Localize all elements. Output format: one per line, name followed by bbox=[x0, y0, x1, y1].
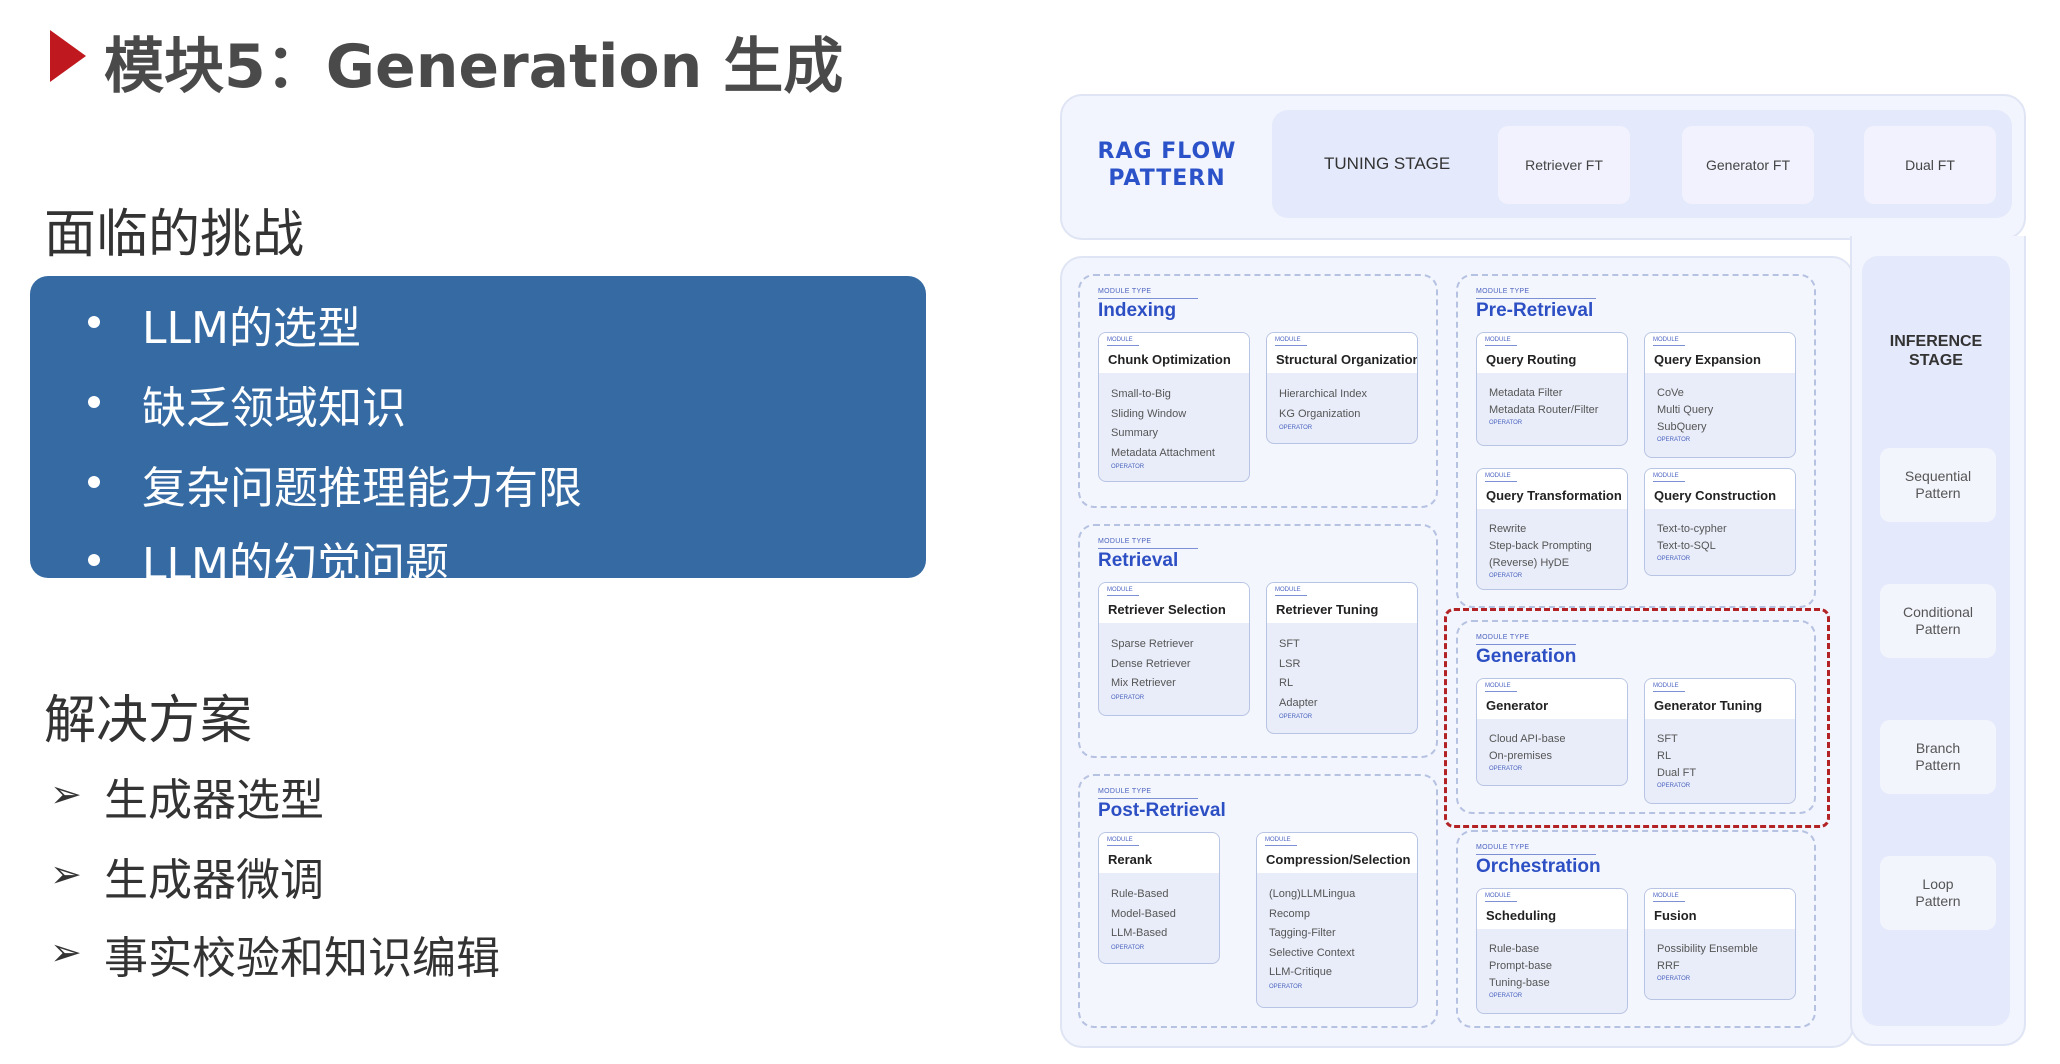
module-card: MODULE Fusion Possibility Ensemble RRF OP… bbox=[1644, 888, 1796, 1000]
module-items: SFT LSR RL Adapter bbox=[1279, 638, 1318, 709]
challenge-item: LLM的选型 bbox=[142, 303, 361, 354]
conditional-pattern: Conditional Pattern bbox=[1880, 584, 1996, 658]
arrow-bullet-icon: ➢ bbox=[50, 852, 82, 896]
module-type-name: Post-Retrieval bbox=[1098, 800, 1226, 821]
module-card: MODULE Query Transformation Rewrite Step… bbox=[1476, 468, 1628, 590]
module-type-retrieval: MODULE TYPE Retrieval MODULE Retriever S… bbox=[1078, 524, 1438, 758]
module-items: Possibility Ensemble RRF bbox=[1657, 943, 1758, 972]
module-name: Rerank bbox=[1108, 852, 1153, 867]
sequential-pattern: Sequential Pattern bbox=[1880, 448, 1996, 522]
module-items: Sparse Retriever Dense Retriever Mix Ret… bbox=[1111, 638, 1194, 689]
module-type-name: Indexing bbox=[1098, 300, 1177, 321]
module-name: Query Construction bbox=[1654, 488, 1777, 503]
module-card: MODULE Retriever Tuning SFT LSR RL Adapt… bbox=[1266, 582, 1418, 734]
module-items: SFT RL Dual FT bbox=[1657, 733, 1697, 779]
module-card: MODULE Retriever Selection Sparse Retrie… bbox=[1098, 582, 1250, 716]
module-card: MODULE Structural Organization Hierarchi… bbox=[1266, 332, 1418, 444]
module-items: Text-to-cypher Text-to-SQL bbox=[1657, 523, 1727, 552]
solutions-heading: 解决方案 bbox=[44, 691, 253, 751]
slide-title: 模块5：Generation 生成 bbox=[104, 32, 844, 102]
challenges-box: LLM的选型 缺乏领域知识 复杂问题推理能力有限 LLM的幻觉问题 bbox=[30, 276, 926, 590]
module-type-name: Pre-Retrieval bbox=[1476, 300, 1594, 321]
module-items: CoVe Multi Query SubQuery bbox=[1657, 387, 1714, 433]
arrow-bullet-icon: ➢ bbox=[50, 772, 82, 816]
challenge-item: 复杂问题推理能力有限 bbox=[142, 463, 582, 514]
module-name: Scheduling bbox=[1486, 908, 1557, 923]
loop-pattern: Loop Pattern bbox=[1880, 856, 1996, 930]
module-name: Query Expansion bbox=[1654, 352, 1761, 367]
module-name: Fusion bbox=[1654, 908, 1697, 923]
module-type-name: Orchestration bbox=[1476, 856, 1601, 877]
bullet-icon bbox=[88, 476, 100, 488]
module-type-indexing: MODULE TYPE Indexing MODULE Chunk Optimi… bbox=[1078, 274, 1438, 508]
module-name: Chunk Optimization bbox=[1108, 352, 1231, 367]
module-card: MODULE Chunk Optimization Small-to-Big S… bbox=[1098, 332, 1250, 482]
module-type-post-retrieval: MODULE TYPE Post-Retrieval MODULE Rerank… bbox=[1078, 774, 1438, 1028]
module-name: Query Routing bbox=[1486, 352, 1577, 367]
title-marker-icon bbox=[50, 30, 86, 82]
branch-pattern: Branch Pattern bbox=[1880, 720, 1996, 794]
module-items: Rewrite Step-back Prompting (Reverse) Hy… bbox=[1489, 523, 1592, 569]
module-name: Structural Organization bbox=[1276, 352, 1418, 367]
module-name: Generator bbox=[1486, 698, 1549, 713]
module-card: MODULE Query Expansion CoVe Multi Query … bbox=[1644, 332, 1796, 458]
module-type-orchestration: MODULE TYPE Orchestration MODULE Schedul… bbox=[1456, 830, 1816, 1028]
module-card: MODULE Scheduling Rule-base Prompt-base … bbox=[1476, 888, 1628, 1014]
module-type-generation: MODULE TYPE Generation MODULE Generator … bbox=[1456, 620, 1816, 814]
challenge-item: 缺乏领域知识 bbox=[142, 383, 406, 434]
bullet-icon bbox=[88, 554, 100, 566]
inference-stage-label: INFERENCE STAGE bbox=[1889, 333, 1983, 369]
module-card: MODULE Compression/Selection (Long)LLMLi… bbox=[1256, 832, 1418, 1008]
module-card: MODULE Query Routing Metadata Filter Met… bbox=[1476, 332, 1628, 446]
module-type-name: Generation bbox=[1476, 646, 1577, 667]
retriever-ft-box: Retriever FT bbox=[1498, 126, 1630, 204]
challenge-item: LLM的幻觉问题 bbox=[142, 539, 449, 590]
solution-item: 生成器选型 bbox=[104, 775, 324, 826]
module-name: Compression/Selection bbox=[1266, 852, 1411, 867]
bullet-icon bbox=[88, 396, 100, 408]
module-name: Generator Tuning bbox=[1654, 698, 1763, 713]
module-card: MODULE Generator Tuning SFT RL Dual FT OP… bbox=[1644, 678, 1796, 804]
module-items: Cloud API-base On-premises bbox=[1489, 733, 1566, 762]
challenges-heading: 面临的挑战 bbox=[44, 205, 305, 265]
bullet-icon bbox=[88, 316, 100, 328]
module-card: MODULE Query Construction Text-to-cypher… bbox=[1644, 468, 1796, 576]
module-items: Rule-Based Model-Based LLM-Based bbox=[1111, 888, 1176, 939]
tuning-stage-label: TUNING STAGE bbox=[1324, 154, 1451, 173]
module-name: Retriever Tuning bbox=[1276, 602, 1379, 617]
module-items: Metadata Filter Metadata Router/Filter bbox=[1489, 387, 1599, 416]
module-items: Small-to-Big Sliding Window Summary Meta… bbox=[1111, 388, 1215, 459]
module-items: Rule-base Prompt-base Tuning-base bbox=[1489, 943, 1552, 989]
solution-item: 事实校验和知识编辑 bbox=[104, 933, 500, 984]
module-name: Query Transformation bbox=[1486, 488, 1622, 503]
generator-ft-box: Generator FT bbox=[1682, 126, 1814, 204]
solution-item: 生成器微调 bbox=[104, 855, 324, 906]
module-items: Hierarchical Index KG Organization bbox=[1279, 388, 1368, 420]
module-items: (Long)LLMLingua Recomp Tagging-Filter Se… bbox=[1269, 888, 1356, 978]
arrow-bullet-icon: ➢ bbox=[50, 930, 82, 974]
module-type-name: Retrieval bbox=[1098, 550, 1179, 571]
dual-ft-box: Dual FT bbox=[1864, 126, 1996, 204]
module-card: MODULE Generator Cloud API-base On-premi… bbox=[1476, 678, 1628, 786]
module-name: Retriever Selection bbox=[1108, 602, 1226, 617]
rag-flow-pattern-label: RAG FLOW PATTERN bbox=[1097, 139, 1237, 191]
module-card: MODULE Rerank Rule-Based Model-Based LLM… bbox=[1098, 832, 1220, 964]
module-type-pre-retrieval: MODULE TYPE Pre-Retrieval MODULE Query R… bbox=[1456, 274, 1816, 608]
